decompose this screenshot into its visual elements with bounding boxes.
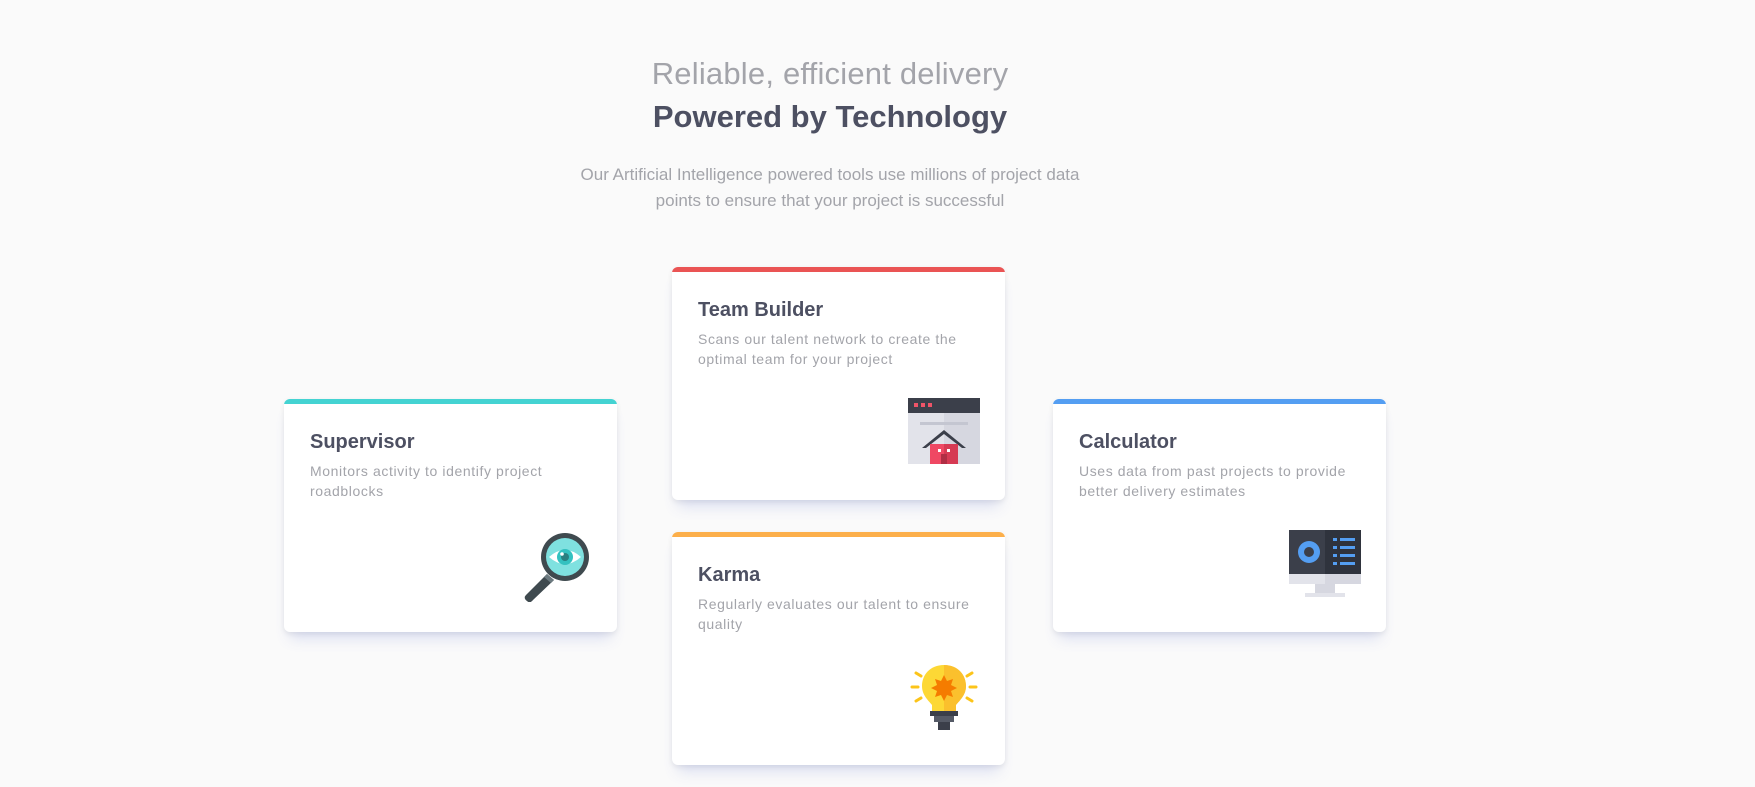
card-accent-bar [284, 399, 617, 404]
card-description: Uses data from past projects to provide … [1079, 463, 1346, 499]
card-calculator: Calculator Uses data from past projects … [1053, 399, 1386, 632]
card-karma: Karma Regularly evaluates our talent to … [672, 532, 1005, 765]
card-title: Supervisor [310, 431, 415, 453]
browser-house-icon [908, 398, 980, 464]
card-title: Calculator [1079, 431, 1177, 453]
card-description: Monitors activity to identify project ro… [310, 463, 543, 499]
card-accent-bar [1053, 399, 1386, 404]
card-team-builder: Team Builder Scans our talent network to… [672, 267, 1005, 500]
card-accent-bar [672, 532, 1005, 537]
section-intro: Our Artificial Intelligence powered tool… [580, 165, 1080, 210]
card-accent-bar [672, 267, 1005, 272]
monitor-dashboard-icon [1289, 530, 1361, 597]
magnifier-eye-icon [524, 533, 589, 602]
card-title: Karma [698, 564, 761, 586]
card-title: Team Builder [698, 299, 824, 321]
card-description: Regularly evaluates our talent to ensure… [698, 596, 970, 632]
features-section: Reliable, efficient delivery Powered by … [0, 0, 1755, 787]
lightbulb-icon [910, 665, 978, 730]
section-title: Powered by Technology [652, 99, 1008, 134]
section-header: Reliable, efficient delivery Powered by … [0, 52, 1660, 214]
card-description: Scans our talent network to create the o… [698, 331, 957, 367]
card-supervisor: Supervisor Monitors activity to identify… [284, 399, 617, 632]
section-eyebrow: Reliable, efficient delivery [651, 56, 1009, 91]
